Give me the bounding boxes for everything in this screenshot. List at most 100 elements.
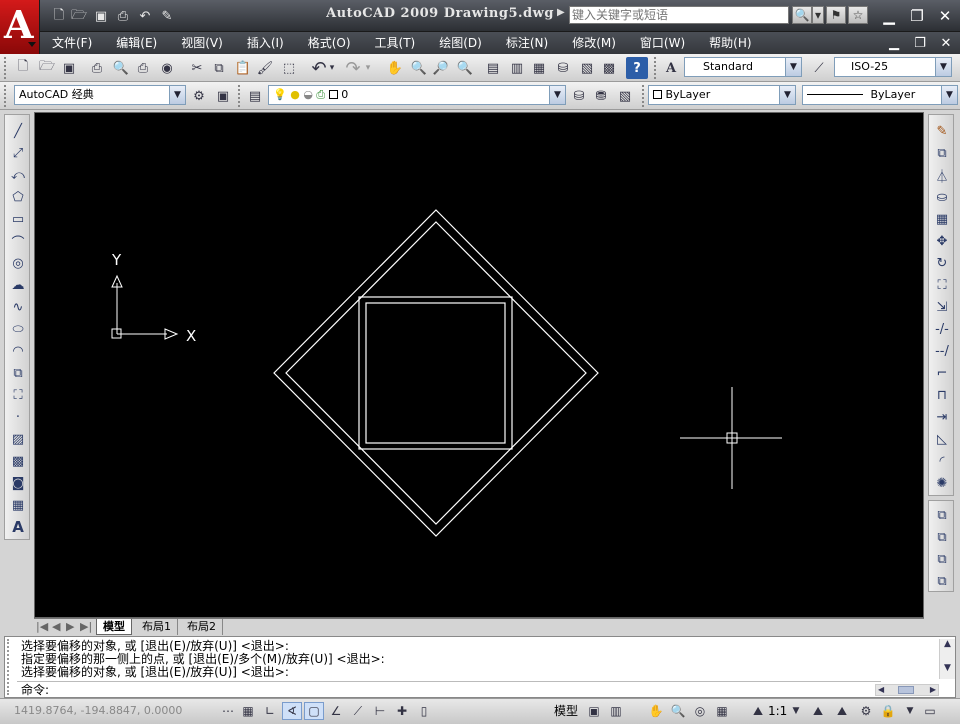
break-icon[interactable]: ⊓: [931, 385, 953, 405]
search-arrow-icon[interactable]: ▶: [557, 7, 565, 18]
drawing-area[interactable]: Y X: [34, 112, 924, 618]
insert-block-icon[interactable]: ⧉: [7, 363, 29, 383]
design-center-icon[interactable]: ▥: [506, 57, 528, 79]
markup-icon[interactable]: ▧: [576, 57, 598, 79]
menu-item-3[interactable]: 插入(I): [235, 33, 296, 53]
layer-select[interactable]: 💡 ● ◒ ⎙ 0 ▼: [268, 85, 566, 105]
gradient-icon[interactable]: ▩: [7, 451, 29, 471]
outer-square[interactable]: [358, 296, 513, 450]
zoom-status-icon[interactable]: 🔍: [668, 702, 688, 720]
zoom-window-icon[interactable]: 🔎: [430, 57, 452, 79]
maximize-button[interactable]: ❐: [906, 6, 928, 26]
annotation-visibility-icon[interactable]: ⛰: [808, 702, 828, 720]
dim-style-icon[interactable]: ⟋: [808, 57, 830, 79]
tool-palettes-icon[interactable]: ▦: [528, 57, 550, 79]
menu-item-8[interactable]: 修改(M): [560, 33, 628, 53]
revision-cloud-icon[interactable]: ☁: [7, 275, 29, 295]
fillet-icon[interactable]: ◜: [931, 451, 953, 471]
app-menu-button[interactable]: A: [0, 0, 40, 54]
construction-line-icon[interactable]: ⤢: [7, 143, 29, 163]
dynamic-ucs-icon[interactable]: ⟋: [348, 702, 368, 720]
menu-item-10[interactable]: 帮助(H): [697, 33, 763, 53]
communication-icon[interactable]: ⚑: [826, 6, 846, 24]
workspace-icon[interactable]: ✎: [158, 8, 176, 25]
ortho-mode-icon[interactable]: ∟: [260, 702, 280, 720]
tab-layout1[interactable]: 布局1: [136, 619, 178, 635]
move-icon[interactable]: ✥: [931, 231, 953, 251]
model-space-button[interactable]: 模型: [554, 702, 578, 720]
redo-icon[interactable]: ↷: [342, 57, 364, 79]
workspace-save-icon[interactable]: ▣: [212, 85, 234, 107]
dynamic-input-icon[interactable]: ⊢: [370, 702, 390, 720]
menu-item-6[interactable]: 绘图(D): [427, 33, 494, 53]
tab-nav-first-icon[interactable]: |◀: [34, 619, 50, 635]
redo-dropdown-icon[interactable]: ▾: [362, 57, 374, 79]
favorites-star-icon[interactable]: ☆: [848, 6, 868, 24]
command-scrollbar[interactable]: ▲ ▼: [939, 639, 955, 679]
zoom-previous-icon[interactable]: 🔍: [454, 57, 476, 79]
cut-icon[interactable]: ✂: [186, 57, 208, 79]
menu-item-2[interactable]: 视图(V): [169, 33, 235, 53]
dim-style-select[interactable]: ISO-25 ▼: [834, 57, 952, 77]
menu-item-4[interactable]: 格式(O): [296, 33, 363, 53]
properties-icon[interactable]: ▤: [482, 57, 504, 79]
open-icon[interactable]: 🗁: [70, 8, 88, 25]
bring-above-icon[interactable]: ⧉: [931, 549, 953, 569]
command-grip[interactable]: [7, 639, 15, 695]
workspace-switch-icon[interactable]: ⚙: [856, 702, 876, 720]
scroll-right-icon[interactable]: ▶: [930, 685, 936, 694]
circle-icon[interactable]: ◎: [7, 253, 29, 273]
hatch-icon[interactable]: ▨: [7, 429, 29, 449]
color-select[interactable]: ByLayer ▼: [648, 85, 796, 105]
calculator-icon[interactable]: ▩: [598, 57, 620, 79]
inner-square[interactable]: [365, 302, 506, 444]
scroll-thumb[interactable]: [898, 686, 914, 694]
paste-icon[interactable]: 📋: [232, 57, 254, 79]
save-icon[interactable]: ▣: [92, 8, 110, 25]
command-hscrollbar[interactable]: ◀ ▶: [875, 684, 939, 696]
tab-nav-prev-icon[interactable]: ◀: [50, 619, 62, 635]
text-style-icon[interactable]: A: [660, 57, 682, 79]
scroll-left-icon[interactable]: ◀: [878, 685, 884, 694]
layer-previous-icon[interactable]: ⛃: [590, 85, 612, 107]
extend-icon[interactable]: --/: [931, 341, 953, 361]
minimize-button[interactable]: ▁: [878, 6, 900, 26]
multiline-text-icon[interactable]: A: [7, 517, 29, 537]
scale-dropdown-icon[interactable]: ▼: [790, 702, 802, 720]
doc-minimize-button[interactable]: ▁: [884, 34, 904, 52]
pan-status-icon[interactable]: ✋: [646, 702, 666, 720]
snap-mode-icon[interactable]: ⋯: [218, 702, 238, 720]
point-icon[interactable]: ·: [7, 407, 29, 427]
scroll-down-icon[interactable]: ▼: [940, 663, 955, 675]
linetype-select[interactable]: ByLayer ▼: [802, 85, 958, 105]
menu-item-0[interactable]: 文件(F): [40, 33, 104, 53]
explode-icon[interactable]: ✺: [931, 473, 953, 493]
layer-states-icon[interactable]: ▧: [614, 85, 636, 107]
make-object-layer-current-icon[interactable]: ⛁: [568, 85, 590, 107]
showmotion-icon[interactable]: ▦: [712, 702, 732, 720]
object-snap-tracking-icon[interactable]: ∠: [326, 702, 346, 720]
arc-icon[interactable]: ⌒: [7, 231, 29, 251]
command-window[interactable]: 选择要偏移的对象, 或 [退出(E)/放弃(U)] <退出>: 指定要偏移的那一…: [4, 636, 956, 698]
open-file-icon[interactable]: 🗁: [36, 57, 58, 79]
scroll-up-icon[interactable]: ▲: [940, 639, 955, 653]
polygon-icon[interactable]: ⬠: [7, 187, 29, 207]
print-icon[interactable]: ⎙: [86, 57, 108, 79]
make-block-icon[interactable]: ⛶: [7, 385, 29, 405]
new-icon[interactable]: 🗋: [50, 8, 68, 25]
save-file-icon[interactable]: ▣: [58, 57, 80, 79]
plot-icon[interactable]: ⎙: [114, 8, 132, 25]
send-to-back-icon[interactable]: ⧉: [931, 527, 953, 547]
menu-item-5[interactable]: 工具(T): [363, 33, 428, 53]
help-icon[interactable]: ?: [626, 57, 648, 79]
mirror-icon[interactable]: ⏃: [931, 165, 953, 185]
workspace-settings-icon[interactable]: ⚙: [188, 85, 210, 107]
stretch-icon[interactable]: ⇲: [931, 297, 953, 317]
drawing-quick-view-icon[interactable]: ▥: [606, 702, 626, 720]
erase-icon[interactable]: ✎: [931, 121, 953, 141]
status-menu-icon[interactable]: ▼: [904, 702, 916, 720]
break-at-point-icon[interactable]: ⌐: [931, 363, 953, 383]
search-dropdown-icon[interactable]: ▾: [812, 6, 824, 24]
doc-restore-button[interactable]: ❐: [910, 34, 930, 52]
grid-display-icon[interactable]: ▦: [238, 702, 258, 720]
